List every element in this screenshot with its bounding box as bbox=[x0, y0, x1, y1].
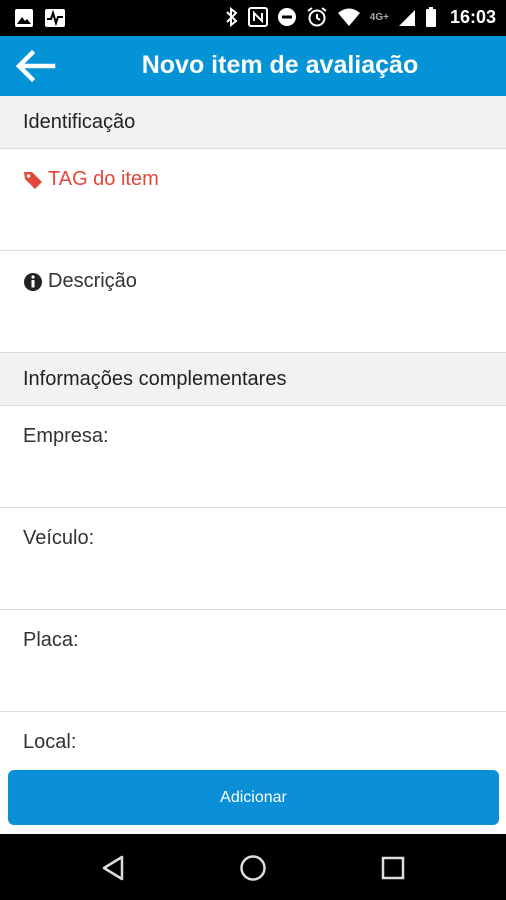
veiculo-field[interactable]: Veículo: bbox=[0, 508, 506, 610]
veiculo-field-label: Veículo: bbox=[23, 527, 95, 549]
app-bar: Novo item de avaliação bbox=[0, 36, 506, 96]
signal-icon bbox=[398, 10, 415, 26]
empresa-field-label: Empresa: bbox=[23, 425, 109, 447]
placa-field-label: Placa: bbox=[23, 629, 79, 651]
info-icon bbox=[24, 273, 42, 291]
do-not-disturb-icon bbox=[277, 8, 296, 26]
tag-icon bbox=[24, 172, 42, 189]
placa-field[interactable]: Placa: bbox=[0, 610, 506, 712]
section-header-identificacao: Identificação bbox=[0, 96, 506, 149]
wifi-icon bbox=[337, 8, 360, 26]
home-circle-icon[interactable] bbox=[237, 852, 269, 884]
descricao-field-label: Descrição bbox=[48, 270, 137, 292]
clock-time: 16:03 bbox=[449, 6, 496, 27]
recents-square-icon[interactable] bbox=[377, 852, 409, 884]
network-type-label: 4G+ bbox=[369, 11, 389, 23]
system-nav-bar bbox=[0, 834, 506, 900]
image-icon bbox=[15, 9, 33, 27]
action-area: Adicionar bbox=[0, 764, 506, 834]
alarm-icon bbox=[307, 7, 327, 27]
local-field-label: Local: bbox=[23, 731, 77, 753]
bluetooth-icon bbox=[226, 7, 238, 27]
add-button[interactable]: Adicionar bbox=[8, 770, 499, 825]
tag-field-label: TAG do item bbox=[48, 168, 159, 190]
status-bar: 4G+ 16:03 bbox=[0, 0, 506, 36]
back-triangle-icon[interactable] bbox=[98, 852, 130, 884]
section-header-complementares: Informações complementares bbox=[0, 353, 506, 406]
nfc-icon bbox=[247, 7, 268, 27]
battery-icon bbox=[425, 7, 436, 27]
local-field[interactable]: Local: bbox=[0, 712, 506, 764]
page-title: Novo item de avaliação bbox=[141, 51, 419, 79]
descricao-field[interactable]: Descrição bbox=[0, 251, 506, 353]
activity-icon bbox=[45, 9, 65, 27]
empresa-field[interactable]: Empresa: bbox=[0, 406, 506, 508]
form-content[interactable]: Identificação TAG do item Descrição Info… bbox=[0, 96, 506, 764]
tag-field[interactable]: TAG do item bbox=[0, 149, 506, 251]
